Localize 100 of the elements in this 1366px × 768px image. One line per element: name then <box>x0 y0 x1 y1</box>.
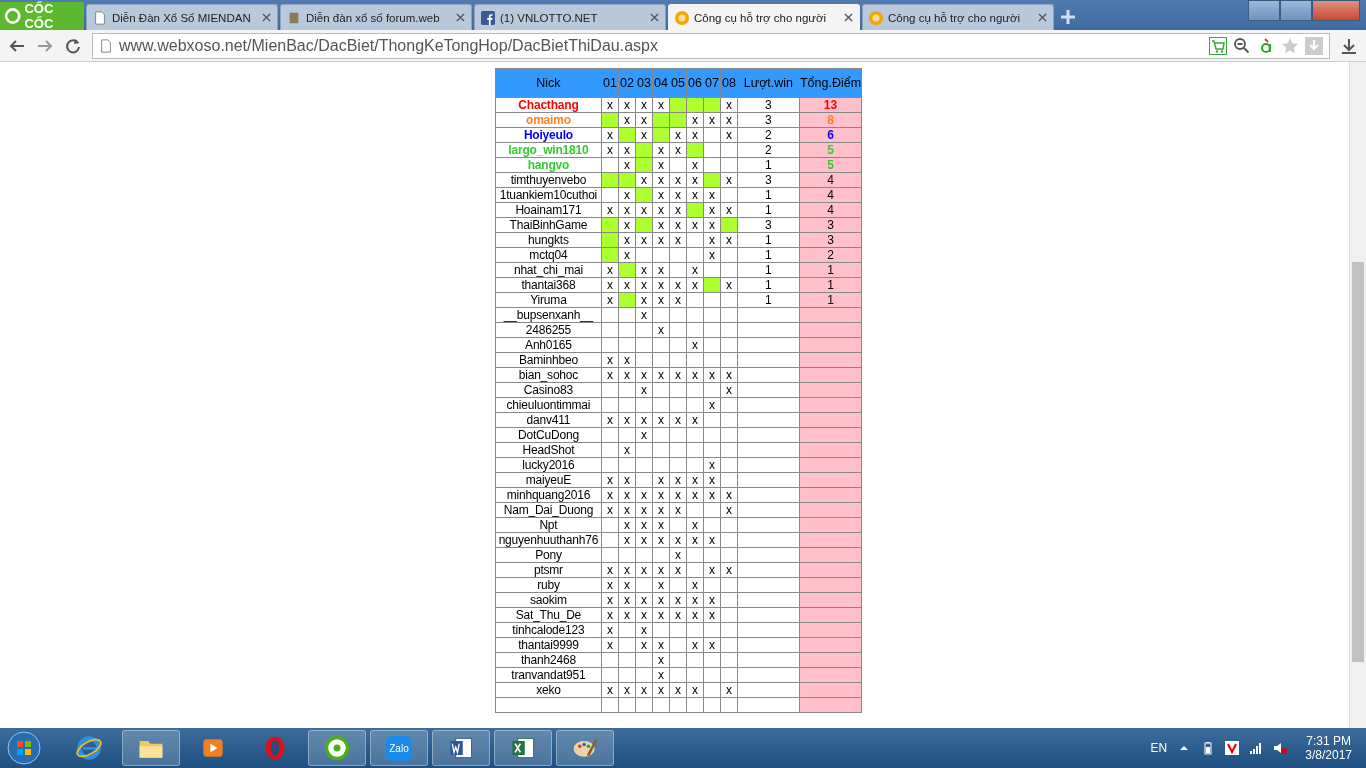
table-cell <box>737 487 800 503</box>
table-cell: x <box>669 592 687 608</box>
table-cell: x <box>635 367 653 383</box>
maximize-button[interactable] <box>1280 0 1312 21</box>
cart-icon[interactable] <box>1209 36 1227 55</box>
table-cell: x <box>601 487 619 503</box>
table-cell: x <box>652 262 670 278</box>
browser-tab[interactable]: Công cụ hỗ trợ cho người <box>668 4 860 30</box>
table-cell: x <box>703 217 721 233</box>
table-cell: x <box>618 352 636 368</box>
table-cell: 1 <box>737 202 800 218</box>
table-cell: x <box>703 472 721 488</box>
table-cell <box>737 382 800 398</box>
table-cell: x <box>618 532 636 548</box>
table-cell: x <box>686 127 704 143</box>
table-cell <box>737 457 800 473</box>
close-icon[interactable] <box>456 13 465 22</box>
table-cell: x <box>703 367 721 383</box>
table-cell: x <box>686 592 704 608</box>
zoom-icon[interactable] <box>1233 36 1251 55</box>
scrollbar[interactable] <box>1349 62 1366 728</box>
table-cell: x <box>703 532 721 548</box>
close-icon[interactable] <box>1038 13 1047 22</box>
table-cell: x <box>635 127 653 143</box>
table-cell: x <box>635 382 653 398</box>
reload-icon[interactable] <box>64 36 82 55</box>
table-cell: x <box>618 187 636 203</box>
table-cell: x <box>652 682 670 698</box>
table-cell: x <box>601 622 619 638</box>
table-cell: x <box>635 502 653 518</box>
browser-tab[interactable]: Công cụ hỗ trợ cho người <box>862 4 1054 30</box>
table-cell: 1 <box>737 157 800 173</box>
table-cell: x <box>686 637 704 653</box>
table-cell: x <box>635 427 653 443</box>
language-indicator[interactable]: EN <box>1150 741 1168 755</box>
table-cell <box>737 682 800 698</box>
table-cell: x <box>601 592 619 608</box>
browser-tab[interactable]: Diễn đàn xổ số forum.web <box>280 4 472 30</box>
table-cell: x <box>635 307 653 323</box>
table-cell: x <box>635 592 653 608</box>
nick-cell: Hoainam171 <box>495 202 602 218</box>
nick-cell: danv411 <box>495 412 602 428</box>
table-cell: x <box>601 607 619 623</box>
antivirus-icon[interactable] <box>1225 741 1240 755</box>
table-cell: x <box>720 682 738 698</box>
table-cell: x <box>686 607 704 623</box>
zalo-icon[interactable]: Zalo <box>386 735 412 761</box>
star-icon[interactable] <box>1281 36 1299 55</box>
table-cell: x <box>703 457 721 473</box>
nick-cell: Baminhbeo <box>495 352 602 368</box>
table-cell: x <box>652 577 670 593</box>
table-cell: x <box>618 442 636 458</box>
table-cell: x <box>635 637 653 653</box>
close-icon[interactable] <box>262 13 271 22</box>
internet-explorer-icon[interactable] <box>75 734 103 762</box>
clock[interactable]: 7:31 PM 3/8/2017 <box>1305 734 1352 762</box>
nick-cell: nguyenhuuthanh76 <box>495 532 602 548</box>
start-button[interactable] <box>6 730 42 766</box>
table-cell <box>737 322 800 338</box>
nick-cell: Nam_Dai_Duong <box>495 502 602 518</box>
minimize-button[interactable] <box>1248 0 1280 21</box>
table-cell: x <box>601 637 619 653</box>
signal-icon[interactable] <box>1249 741 1264 755</box>
table-cell: x <box>601 142 619 158</box>
table-cell: x <box>669 607 687 623</box>
nick-cell: nhat_chi_mai <box>495 262 602 278</box>
table-cell: x <box>652 637 670 653</box>
table-cell: x <box>618 157 636 173</box>
table-cell: x <box>669 232 687 248</box>
nick-cell: __bupsenxanh__ <box>495 307 602 323</box>
table-cell: x <box>652 97 670 113</box>
table-cell: x <box>686 517 704 533</box>
table-cell: 2 <box>737 142 800 158</box>
download-icon[interactable] <box>1340 36 1358 55</box>
table-cell: x <box>652 292 670 308</box>
address-field[interactable]: www.webxoso.net/MienBac/DacBiet/ThongKeTongHop/DacBietThiDau.aspx <box>92 32 1330 59</box>
nick-cell: 2486255 <box>495 322 602 338</box>
close-button[interactable] <box>1312 0 1360 21</box>
nick-cell: 1tuankiem10cuthoi <box>495 187 602 203</box>
table-cell <box>737 472 800 488</box>
browser-tab[interactable]: Diễn Đàn Xổ Số MIENDAN <box>86 4 278 30</box>
table-cell: x <box>652 172 670 188</box>
table-cell: x <box>635 172 653 188</box>
table-cell: x <box>652 412 670 428</box>
table-cell: x <box>720 232 738 248</box>
table-cell: x <box>703 232 721 248</box>
table-cell: x <box>635 292 653 308</box>
new-tab-icon[interactable] <box>1060 9 1076 25</box>
close-icon[interactable] <box>650 13 659 22</box>
table-cell: x <box>720 562 738 578</box>
close-icon[interactable] <box>844 13 853 22</box>
nick-cell: largo_win1810 <box>495 142 602 158</box>
nick-cell: lucky2016 <box>495 457 602 473</box>
table-cell: x <box>618 487 636 503</box>
browser-tab[interactable]: (1) VNLOTTO.NET <box>474 4 666 30</box>
browser-icon[interactable] <box>323 734 351 762</box>
table-cell: x <box>652 142 670 158</box>
table-cell <box>737 517 800 533</box>
muted-speaker-icon[interactable] <box>1273 741 1288 755</box>
table-cell: 1 <box>737 292 800 308</box>
